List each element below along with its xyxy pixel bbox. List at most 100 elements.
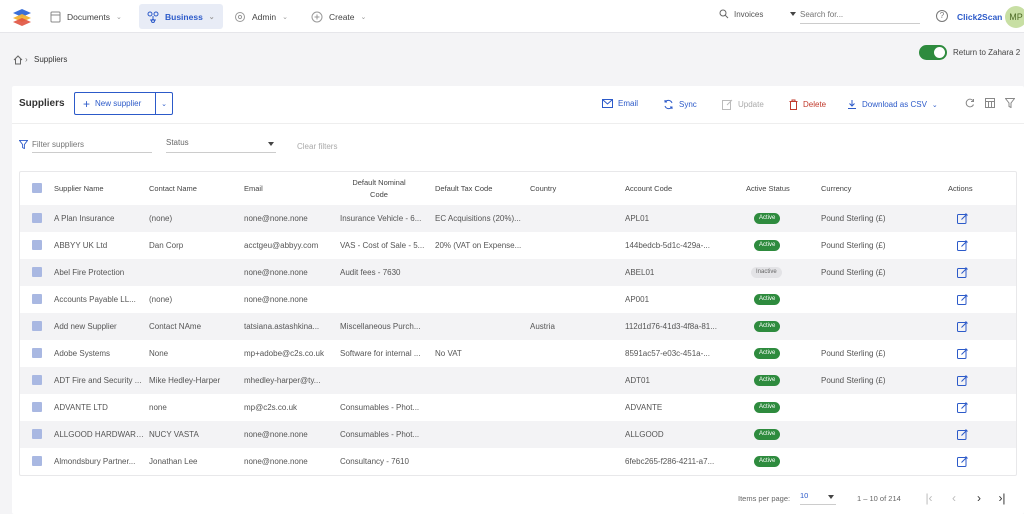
column-header-nominal-code[interactable]: Default Nominal Code [340,172,418,205]
caret-down-icon [268,142,274,146]
edit-icon[interactable] [957,240,968,251]
table-row[interactable]: Abel Fire Protection none@none.none Audit … [20,259,1016,286]
cell-currency [821,421,931,448]
row-checkbox[interactable] [32,294,42,304]
chevron-down-icon: ⌄ [360,13,367,21]
nav-create[interactable]: Create ⌄ [303,4,374,29]
table-row[interactable]: ABBYY UK Ltd Dan Corp acctgeu@abbyy.com VAS… [20,232,1016,259]
table-row[interactable]: ADT Fire and Security ... Mike Hedley-Har… [20,367,1016,394]
cell-currency: Pound Sterling (£) [821,376,886,385]
filter-icon[interactable] [1005,98,1015,108]
column-header-country[interactable]: Country [530,172,556,205]
row-checkbox[interactable] [32,402,42,412]
row-checkbox[interactable] [32,321,42,331]
next-page-icon[interactable]: › [972,490,986,506]
table-row[interactable]: ADVANTE LTD none mp@c2s.co.uk Consumables -… [20,394,1016,421]
table-row[interactable]: Adobe Systems None mp+adobe@c2s.co.uk Softw… [20,340,1016,367]
refresh-icon[interactable] [965,98,975,108]
table-row[interactable]: A Plan Insurance (none) none@none.none Insu… [20,205,1016,232]
plus-circle-icon [311,11,323,22]
cell-contact-name: Contact NAme [149,322,202,331]
select-all-checkbox[interactable] [32,183,42,193]
new-supplier-main[interactable]: + New supplier [75,93,156,114]
edit-icon [722,99,733,110]
edit-icon[interactable] [957,402,968,413]
row-checkbox[interactable] [32,267,42,277]
cell-currency [821,448,931,475]
cell-country: Austria [530,322,555,331]
document-icon [50,11,61,22]
edit-icon[interactable] [957,456,968,467]
cell-email: none@none.none [244,457,308,466]
cell-contact-name: None [149,349,169,358]
download-csv-button[interactable]: Download as CSV ⌄ [847,99,938,110]
edit-icon[interactable] [957,348,968,359]
table-row[interactable]: Add new Supplier Contact NAme tatsiana.ast… [20,313,1016,340]
sync-icon [664,99,673,110]
last-page-icon[interactable]: ›| [995,490,1009,506]
help-icon[interactable]: ? [936,10,948,22]
edit-icon[interactable] [957,267,968,278]
row-checkbox[interactable] [32,213,42,223]
caret-down-icon [828,495,834,499]
home-icon[interactable] [13,55,23,65]
edit-icon[interactable] [957,321,968,332]
cell-contact-name: Jonathan Lee [149,457,198,466]
edit-icon[interactable] [957,294,968,305]
previous-page-icon[interactable]: ‹ [947,490,961,506]
items-per-page-select[interactable]: 10 [800,491,836,505]
column-header-supplier-name[interactable]: Supplier Name [54,172,104,205]
new-supplier-dropdown[interactable]: ⌄ [156,100,172,108]
edit-icon[interactable] [957,213,968,224]
table-row[interactable]: ALLGOOD HARDWARE ... NUCY VASTA none@none.… [20,421,1016,448]
sync-button[interactable]: Sync [663,99,697,110]
column-header-email[interactable]: Email [244,172,263,205]
cell-supplier-name: Abel Fire Protection [54,268,125,277]
status-badge: Active [754,294,781,305]
brand-name[interactable]: Click2Scan [957,12,1002,22]
avatar[interactable]: MP [1005,6,1024,28]
nav-admin[interactable]: Admin ⌄ [226,4,296,29]
column-header-active-status[interactable]: Active Status [746,172,790,205]
new-supplier-button[interactable]: + New supplier ⌄ [74,92,173,115]
cell-contact-name: (none) [149,295,173,304]
column-header-currency[interactable]: Currency [821,172,851,205]
filter-suppliers-input[interactable] [32,137,152,153]
cell-account-code: 144bedcb-5d1c-429a-... [625,241,710,250]
search-scope-select[interactable]: Invoices [719,9,797,19]
cell-tax-code [435,313,527,340]
cell-email: mp@c2s.co.uk [244,403,298,412]
email-button[interactable]: Email [602,99,638,108]
edit-icon[interactable] [957,375,968,386]
cell-contact-name: NUCY VASTA [149,430,199,439]
table-row[interactable]: Accounts Payable LL... (none) none@none.no… [20,286,1016,313]
status-filter-select[interactable]: Status [166,138,276,153]
cell-contact-name: Dan Corp [149,241,184,250]
cell-nominal-code: Audit fees - 7630 [340,268,401,277]
first-page-icon[interactable]: |‹ [922,490,936,506]
row-checkbox[interactable] [32,456,42,466]
app-logo-icon[interactable] [12,7,32,27]
table-row[interactable]: Almondsbury Partner... Jonathan Lee none@n… [20,448,1016,475]
search-input[interactable] [800,6,920,24]
status-badge: Active [754,375,781,386]
column-header-tax-code[interactable]: Default Tax Code [435,172,492,205]
column-header-account-code[interactable]: Account Code [625,172,672,205]
nav-business[interactable]: Business ⌄ [139,4,223,29]
row-checkbox[interactable] [32,429,42,439]
column-header-contact-name[interactable]: Contact Name [149,172,197,205]
plus-icon: + [83,96,91,111]
nav-documents[interactable]: Documents ⌄ [42,4,130,29]
delete-label: Delete [803,100,827,109]
row-checkbox[interactable] [32,240,42,250]
delete-button[interactable]: Delete [789,99,826,110]
clear-filters-button[interactable]: Clear filters [297,142,337,151]
pagination-range: 1 – 10 of 214 [857,494,901,503]
row-checkbox[interactable] [32,375,42,385]
update-button[interactable]: Update [722,99,764,110]
return-toggle[interactable] [919,45,947,60]
columns-icon[interactable] [985,98,995,108]
business-icon [147,11,159,23]
row-checkbox[interactable] [32,348,42,358]
edit-icon[interactable] [957,429,968,440]
